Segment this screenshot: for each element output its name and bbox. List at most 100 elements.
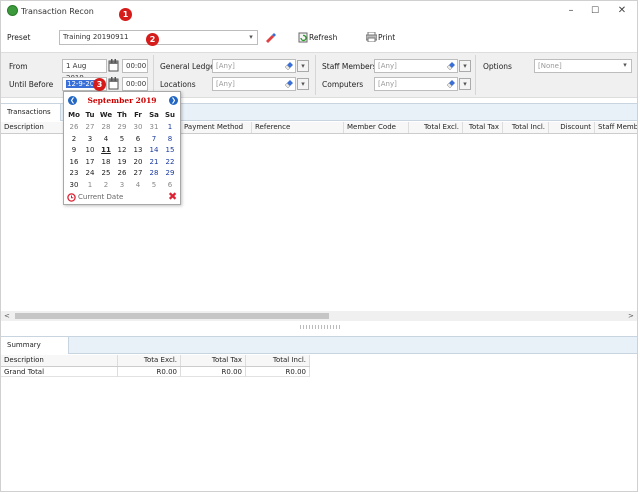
eraser-icon[interactable]: [284, 61, 294, 71]
calendar-day[interactable]: 10: [82, 145, 98, 155]
calendar-day[interactable]: 8: [162, 134, 178, 144]
locations-dropdown[interactable]: ▾: [297, 78, 309, 90]
column-header[interactable]: Total Incl.: [246, 355, 310, 366]
calendar-day[interactable]: 18: [98, 157, 114, 167]
column-header[interactable]: Total Tax: [181, 355, 246, 366]
calendar-day[interactable]: 30: [130, 122, 146, 132]
column-header[interactable]: Discount: [549, 122, 595, 133]
calendar-day[interactable]: 21: [146, 157, 162, 167]
calendar-icon[interactable]: [108, 77, 119, 90]
calendar-day[interactable]: 4: [130, 180, 146, 190]
options-select[interactable]: [None]: [534, 59, 632, 73]
scroll-right-icon[interactable]: >: [628, 311, 634, 321]
until-time-input[interactable]: 00:00: [122, 77, 148, 91]
column-header[interactable]: Member Code: [344, 122, 409, 133]
refresh-icon[interactable]: [298, 32, 308, 43]
calendar-day[interactable]: 31: [146, 122, 162, 132]
calendar-day[interactable]: 26: [66, 122, 82, 132]
calendar-day[interactable]: 19: [114, 157, 130, 167]
calendar-day[interactable]: 29: [162, 168, 178, 178]
calendar-day[interactable]: 30: [66, 180, 82, 190]
calendar-day[interactable]: 11: [98, 145, 114, 155]
current-date-icon[interactable]: [67, 193, 76, 202]
column-header[interactable]: Payment Method: [181, 122, 252, 133]
computers-label: Computers: [322, 80, 364, 89]
eraser-icon[interactable]: [284, 79, 294, 89]
calendar-day[interactable]: 5: [146, 180, 162, 190]
maximize-button[interactable]: ☐: [585, 4, 605, 18]
calendar-day[interactable]: 23: [66, 168, 82, 178]
table-row[interactable]: Grand Total R0.00 R0.00 R0.00: [1, 367, 310, 377]
from-time-input[interactable]: 00:00: [122, 59, 148, 73]
calendar-day[interactable]: 28: [98, 122, 114, 132]
calendar-day[interactable]: 28: [146, 168, 162, 178]
app-icon: [7, 5, 18, 16]
staff-members-label: Staff Members: [322, 62, 377, 71]
chevron-down-icon: ▾: [463, 62, 467, 70]
calendar-day[interactable]: 14: [146, 145, 162, 155]
current-date-button[interactable]: Current Date: [78, 193, 123, 201]
edit-preset-icon[interactable]: [264, 31, 276, 43]
weekday-header: Tu: [85, 111, 95, 119]
calendar-day[interactable]: 6: [162, 180, 178, 190]
refresh-button[interactable]: Refresh: [309, 33, 337, 42]
calendar-day[interactable]: 22: [162, 157, 178, 167]
eraser-icon[interactable]: [446, 79, 456, 89]
column-header[interactable]: Total Incl.: [503, 122, 549, 133]
calendar-day[interactable]: 3: [114, 180, 130, 190]
calendar-icon[interactable]: [108, 59, 119, 72]
splitter-grip[interactable]: [300, 325, 340, 329]
tab-summary[interactable]: Summary: [1, 337, 69, 354]
column-header[interactable]: Tota Excl.: [118, 355, 181, 366]
general-ledgers-dropdown[interactable]: ▾: [297, 60, 309, 72]
column-header[interactable]: Total Tax: [463, 122, 503, 133]
chevron-down-icon[interactable]: ▾: [245, 32, 257, 44]
calendar-day[interactable]: 2: [66, 134, 82, 144]
calendar-day[interactable]: 4: [98, 134, 114, 144]
scrollbar-thumb[interactable]: [15, 313, 329, 319]
calendar-day[interactable]: 27: [130, 168, 146, 178]
calendar-month-title: September 2019: [87, 96, 157, 105]
calendar-day[interactable]: 29: [114, 122, 130, 132]
next-month-button[interactable]: ❯: [169, 96, 178, 105]
calendar-day[interactable]: 9: [66, 145, 82, 155]
from-date-input[interactable]: 1 Aug 2019: [62, 59, 107, 82]
calendar-day[interactable]: 17: [82, 157, 98, 167]
eraser-icon[interactable]: [446, 61, 456, 71]
column-header[interactable]: Description: [1, 355, 118, 366]
calendar-day[interactable]: 15: [162, 145, 178, 155]
minimize-button[interactable]: –: [561, 4, 581, 18]
computers-dropdown[interactable]: ▾: [459, 78, 471, 90]
horizontal-scrollbar[interactable]: < >: [1, 311, 637, 321]
print-button[interactable]: Print: [378, 33, 395, 42]
calendar-day[interactable]: 20: [130, 157, 146, 167]
calendar-day[interactable]: 7: [146, 134, 162, 144]
printer-icon[interactable]: [365, 31, 378, 43]
prev-month-button[interactable]: ❮: [68, 96, 77, 105]
divider: [153, 55, 154, 95]
calendar-day[interactable]: 24: [82, 168, 98, 178]
column-header[interactable]: Staff Membe: [595, 122, 637, 133]
calendar-day[interactable]: 3: [82, 134, 98, 144]
calendar-day[interactable]: 2: [98, 180, 114, 190]
calendar-day[interactable]: 25: [98, 168, 114, 178]
column-header[interactable]: Reference: [252, 122, 344, 133]
clear-date-icon[interactable]: ✖: [168, 190, 177, 203]
callout-badge-1: 1: [119, 8, 132, 21]
calendar-day[interactable]: 13: [130, 145, 146, 155]
chevron-down-icon[interactable]: ▾: [619, 60, 631, 72]
calendar-day[interactable]: 6: [130, 134, 146, 144]
calendar-day[interactable]: 5: [114, 134, 130, 144]
calendar-day[interactable]: 1: [82, 180, 98, 190]
close-button[interactable]: ✕: [612, 4, 632, 18]
calendar-day[interactable]: 12: [114, 145, 130, 155]
calendar-day[interactable]: 27: [82, 122, 98, 132]
from-label: From: [9, 62, 28, 71]
staff-members-dropdown[interactable]: ▾: [459, 60, 471, 72]
column-header[interactable]: Total Excl.: [409, 122, 463, 133]
calendar-day[interactable]: 16: [66, 157, 82, 167]
tab-transactions[interactable]: Transactions: [1, 104, 61, 121]
calendar-day[interactable]: 1: [162, 122, 178, 132]
scroll-left-icon[interactable]: <: [4, 311, 10, 321]
calendar-day[interactable]: 26: [114, 168, 130, 178]
